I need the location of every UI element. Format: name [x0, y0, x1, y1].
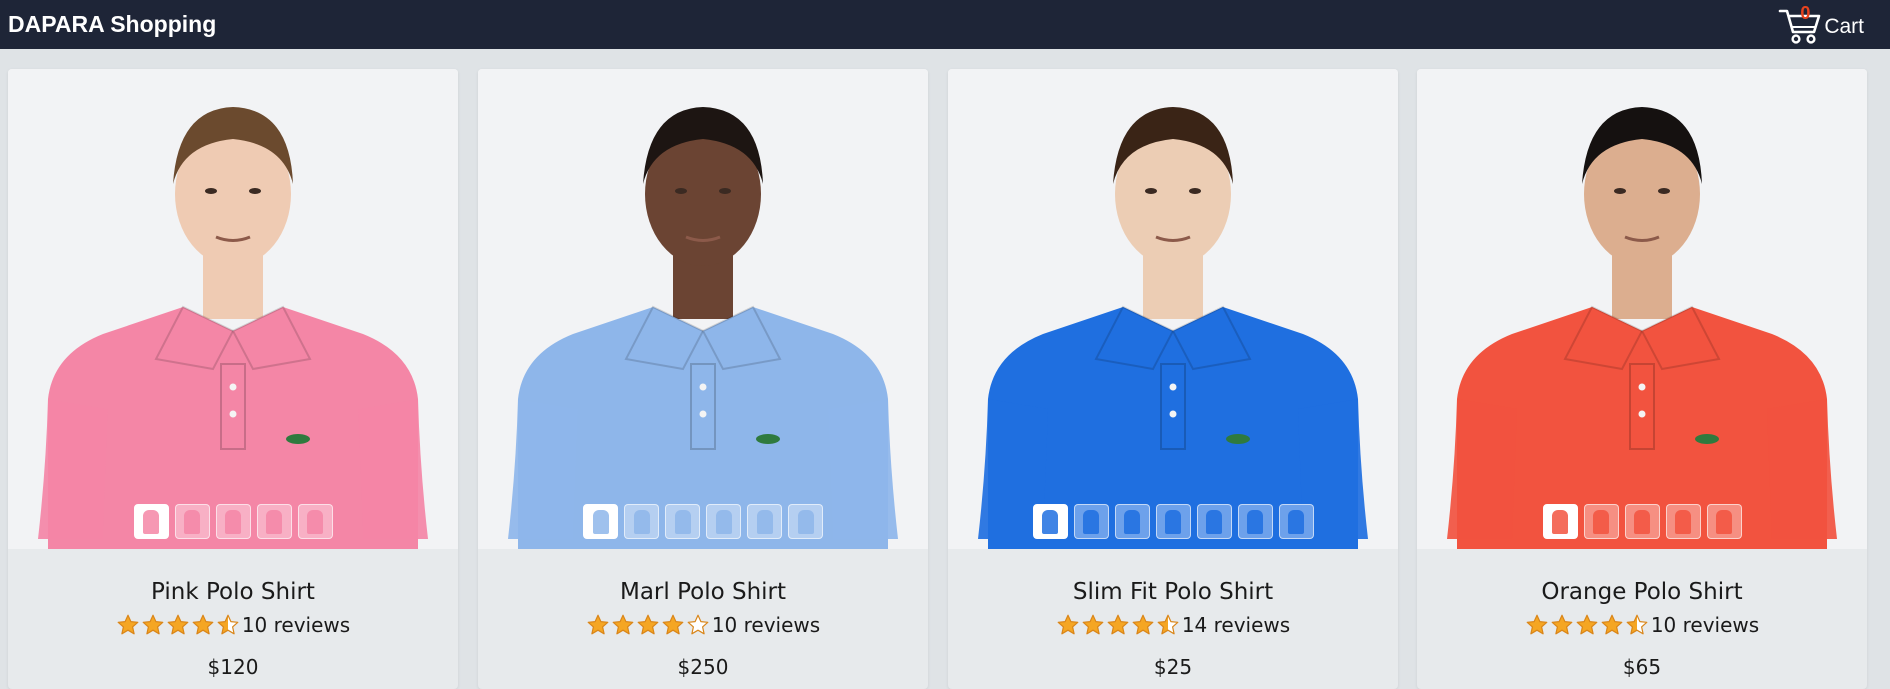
rating-stars [1056, 613, 1180, 637]
review-count: 14 reviews [1181, 613, 1291, 637]
review-count: 10 reviews [711, 613, 821, 637]
product-card[interactable]: Marl Polo Shirt 10 reviews $250 [478, 69, 928, 689]
image-thumbnail[interactable] [624, 504, 659, 539]
star-full-icon [1550, 613, 1574, 637]
image-thumbnail[interactable] [1583, 504, 1619, 539]
image-thumbnail[interactable] [1196, 504, 1232, 539]
cart-button[interactable]: 0 Cart [1778, 2, 1864, 45]
star-full-icon [116, 613, 140, 637]
top-navbar: DAPARA Shopping 0 Cart [0, 0, 1890, 49]
product-name[interactable]: Slim Fit Polo Shirt [948, 579, 1398, 605]
image-thumbnail[interactable] [1624, 504, 1660, 539]
star-full-icon [166, 613, 190, 637]
image-thumbnail[interactable] [1114, 504, 1150, 539]
image-thumbnail[interactable] [1706, 504, 1742, 539]
product-rating: 10 reviews [8, 613, 458, 637]
image-thumbnail[interactable] [706, 504, 741, 539]
image-thumbnail-strip [478, 504, 928, 539]
image-thumbnail[interactable] [1665, 504, 1701, 539]
image-thumbnail-strip [1417, 504, 1867, 539]
star-full-icon [191, 613, 215, 637]
image-thumbnail[interactable] [256, 504, 292, 539]
product-price: $25 [1153, 655, 1193, 679]
image-thumbnail[interactable] [1542, 504, 1578, 539]
product-info: Marl Polo Shirt 10 reviews $250 [478, 549, 928, 679]
star-full-icon [636, 613, 660, 637]
product-image[interactable] [8, 69, 458, 549]
product-image[interactable] [948, 69, 1398, 549]
rating-stars [1525, 613, 1649, 637]
star-full-icon [1106, 613, 1130, 637]
image-thumbnail[interactable] [583, 504, 618, 539]
star-full-icon [586, 613, 610, 637]
product-price: $120 [207, 655, 259, 679]
star-full-icon [1131, 613, 1155, 637]
product-name[interactable]: Marl Polo Shirt [478, 579, 928, 605]
product-rating: 10 reviews [478, 613, 928, 637]
cart-label: Cart [1824, 14, 1864, 38]
star-full-icon [1600, 613, 1624, 637]
image-thumbnail[interactable] [1155, 504, 1191, 539]
product-rating: 14 reviews [948, 613, 1398, 637]
product-name[interactable]: Pink Polo Shirt [8, 579, 458, 605]
product-price: $65 [1622, 655, 1662, 679]
image-thumbnail[interactable] [788, 504, 823, 539]
star-full-icon [661, 613, 685, 637]
product-rating: 10 reviews [1417, 613, 1867, 637]
review-count: 10 reviews [1650, 613, 1760, 637]
product-image[interactable] [1417, 69, 1867, 549]
review-count: 10 reviews [241, 613, 351, 637]
star-full-icon [141, 613, 165, 637]
star-half-icon [1156, 613, 1180, 637]
product-info: Pink Polo Shirt 10 reviews $120 [8, 549, 458, 679]
shopping-cart-icon[interactable]: 0 [1778, 2, 1822, 45]
product-price: $250 [677, 655, 729, 679]
product-card[interactable]: Slim Fit Polo Shirt 14 reviews $25 [948, 69, 1398, 689]
image-thumbnail[interactable] [747, 504, 782, 539]
rating-stars [116, 613, 240, 637]
star-full-icon [1081, 613, 1105, 637]
image-thumbnail[interactable] [174, 504, 210, 539]
image-thumbnail[interactable] [1073, 504, 1109, 539]
cart-count-badge: 0 [1800, 2, 1811, 23]
product-card[interactable]: Orange Polo Shirt 10 reviews $65 [1417, 69, 1867, 689]
image-thumbnail[interactable] [1237, 504, 1273, 539]
image-thumbnail[interactable] [1032, 504, 1068, 539]
product-card[interactable]: Pink Polo Shirt 10 reviews $120 [8, 69, 458, 689]
star-half-icon [1625, 613, 1649, 637]
image-thumbnail[interactable] [215, 504, 251, 539]
star-half-icon [216, 613, 240, 637]
star-full-icon [1575, 613, 1599, 637]
image-thumbnail[interactable] [297, 504, 333, 539]
star-full-icon [1525, 613, 1549, 637]
image-thumbnail[interactable] [665, 504, 700, 539]
star-full-icon [1056, 613, 1080, 637]
image-thumbnail[interactable] [133, 504, 169, 539]
image-thumbnail-strip [948, 504, 1398, 539]
product-image[interactable] [478, 69, 928, 549]
image-thumbnail[interactable] [1278, 504, 1314, 539]
rating-stars [586, 613, 710, 637]
brand-title[interactable]: DAPARA Shopping [8, 11, 216, 38]
product-grid: Pink Polo Shirt 10 reviews $120 Marl Pol… [0, 49, 1890, 689]
product-info: Orange Polo Shirt 10 reviews $65 [1417, 549, 1867, 679]
image-thumbnail-strip [8, 504, 458, 539]
star-empty-icon [686, 613, 710, 637]
product-name[interactable]: Orange Polo Shirt [1417, 579, 1867, 605]
product-info: Slim Fit Polo Shirt 14 reviews $25 [948, 549, 1398, 679]
star-full-icon [611, 613, 635, 637]
